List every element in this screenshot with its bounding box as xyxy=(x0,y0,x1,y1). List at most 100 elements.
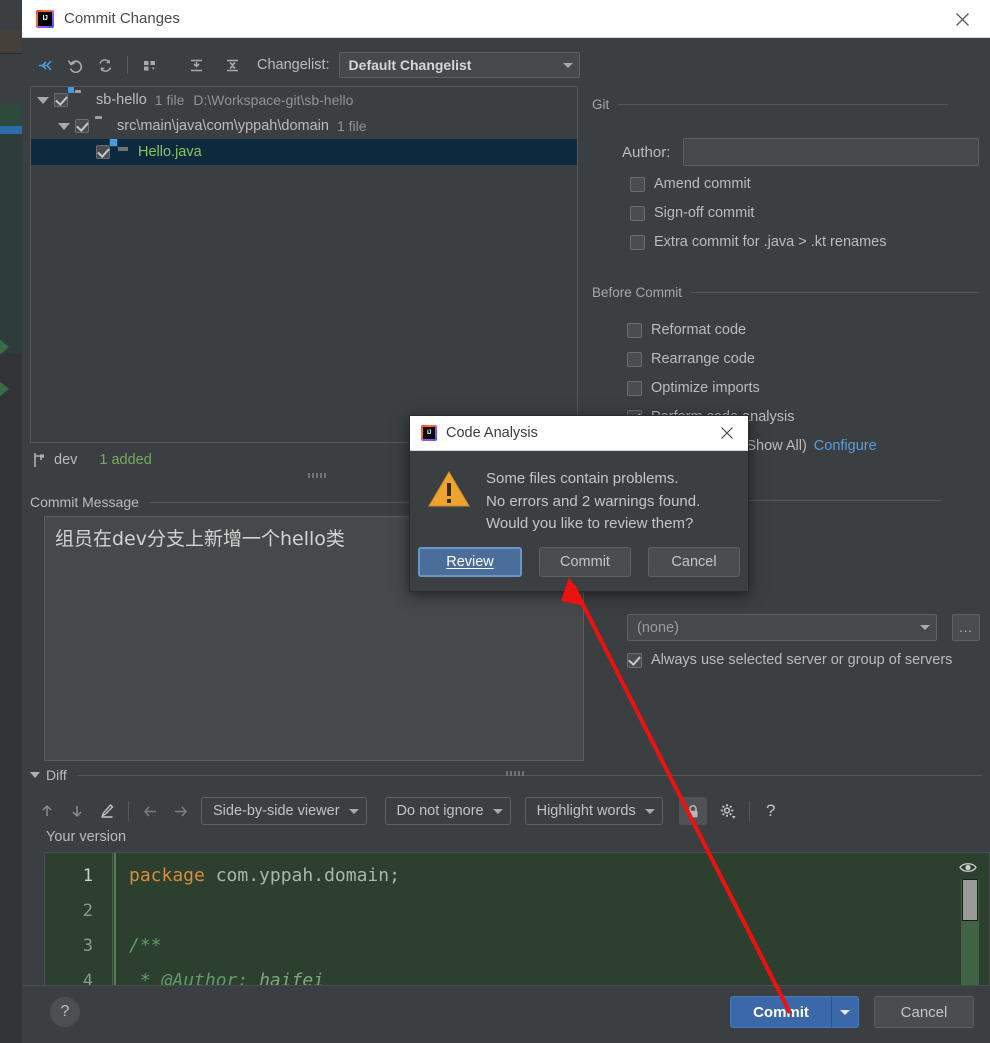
table-row[interactable]: sb-hello 1 file D:\Workspace-git\sb-hell… xyxy=(31,87,577,113)
code-text: /** xyxy=(101,935,162,956)
warning-icon xyxy=(428,470,470,508)
checkbox-label: Amend commit xyxy=(654,176,751,192)
expand-all-icon[interactable] xyxy=(181,51,211,79)
server-dropdown[interactable]: (none) xyxy=(627,614,937,641)
help-button[interactable]: ? xyxy=(50,997,80,1027)
diff-title: Diff xyxy=(46,767,67,783)
group-by-icon[interactable] xyxy=(135,51,165,79)
checkbox-label: Reformat code xyxy=(651,322,746,338)
toolbar-separator xyxy=(128,801,129,821)
checkbox-sign-off-commit[interactable]: Sign-off commit xyxy=(630,205,754,221)
gear-icon[interactable] xyxy=(713,797,743,825)
checkbox-box[interactable] xyxy=(630,177,645,192)
chevron-down-icon xyxy=(840,1010,850,1015)
code-analysis-title: Code Analysis xyxy=(446,425,538,441)
accept-left-icon[interactable] xyxy=(135,797,165,825)
commit-button[interactable]: Commit xyxy=(730,996,831,1028)
chevron-down-icon xyxy=(493,809,503,814)
ignore-mode-dropdown[interactable]: Do not ignore xyxy=(385,797,511,825)
code-analysis-dialog: Code Analysis Some files contain problem… xyxy=(409,415,749,592)
author-row: Author: xyxy=(622,138,979,166)
divider xyxy=(691,292,979,293)
checkbox-extra-commit-renames[interactable]: Extra commit for .java > .kt renames xyxy=(630,234,886,250)
checkbox-box[interactable] xyxy=(630,235,645,250)
line-number: 2 xyxy=(45,901,101,921)
changelist-label: Changelist: xyxy=(257,57,330,73)
before-commit-section-header: Before Commit xyxy=(592,285,984,300)
checkbox-box[interactable] xyxy=(627,323,642,338)
message-line-2: No errors and 2 warnings found. xyxy=(486,491,700,514)
diff-splitter-handle[interactable] xyxy=(500,769,530,777)
refresh-icon[interactable] xyxy=(90,51,120,79)
expand-triangle-icon[interactable] xyxy=(37,97,49,104)
commit-anyway-button[interactable]: Commit xyxy=(539,547,631,577)
commit-split-button[interactable]: Commit xyxy=(730,996,859,1028)
question-icon[interactable]: ? xyxy=(756,797,786,825)
checkbox-always-use-server[interactable]: Always use selected server or group of s… xyxy=(627,652,952,668)
show-diff-icon[interactable] xyxy=(30,51,60,79)
revert-icon[interactable] xyxy=(60,51,90,79)
row-checkbox[interactable] xyxy=(96,145,110,159)
lock-icon[interactable] xyxy=(679,797,707,825)
checkbox-amend-commit[interactable]: Amend commit xyxy=(630,176,751,192)
cancel-button[interactable]: Cancel xyxy=(874,996,974,1028)
editor-scrollbar-thumb[interactable] xyxy=(962,879,978,921)
accept-right-icon[interactable] xyxy=(165,797,195,825)
row-checkbox[interactable] xyxy=(54,93,68,107)
checkbox-label: Extra commit for .java > .kt renames xyxy=(654,234,886,250)
collapse-triangle-icon[interactable] xyxy=(30,772,40,778)
changelist-dropdown[interactable]: Default Changelist xyxy=(339,52,580,78)
code-text: package com.yppah.domain; xyxy=(101,865,400,886)
highlight-mode-dropdown[interactable]: Highlight words xyxy=(525,797,663,825)
vertical-splitter-handle[interactable] xyxy=(302,471,332,479)
window-close-button[interactable] xyxy=(952,9,972,29)
table-row[interactable]: src\main\java\com\yppah\domain 1 file xyxy=(31,113,577,139)
checkbox-box[interactable] xyxy=(630,206,645,221)
checkbox-optimize-imports[interactable]: Optimize imports xyxy=(627,380,760,396)
checkbox-box[interactable] xyxy=(627,653,642,668)
window-title: Commit Changes xyxy=(64,10,180,27)
dialog-footer: ? Commit Cancel xyxy=(22,985,990,1043)
review-button[interactable]: Review xyxy=(418,547,522,577)
changes-tree[interactable]: sb-hello 1 file D:\Workspace-git\sb-hell… xyxy=(30,86,578,443)
chevron-down-icon xyxy=(563,63,573,68)
viewer-mode-value: Side-by-side viewer xyxy=(213,803,340,819)
checkbox-rearrange-code[interactable]: Rearrange code xyxy=(627,351,755,367)
code-analysis-buttons: Review Commit Cancel xyxy=(410,547,748,577)
before-commit-title: Before Commit xyxy=(592,285,682,300)
row-checkbox[interactable] xyxy=(75,119,89,133)
ignore-mode-value: Do not ignore xyxy=(397,803,484,819)
previous-difference-icon[interactable] xyxy=(32,797,62,825)
next-difference-icon[interactable] xyxy=(62,797,92,825)
checkbox-box[interactable] xyxy=(627,352,642,367)
toolbar-separator xyxy=(127,56,128,74)
commit-changes-window: Commit Changes xyxy=(0,0,990,1043)
git-section-title: Git xyxy=(592,97,609,112)
checkbox-reformat-code[interactable]: Reformat code xyxy=(627,322,746,338)
divider xyxy=(618,104,948,105)
viewer-mode-dropdown[interactable]: Side-by-side viewer xyxy=(201,797,367,825)
chevron-down-icon xyxy=(645,809,655,814)
checkbox-box[interactable] xyxy=(627,381,642,396)
server-value: (none) xyxy=(637,620,920,636)
cancel-analysis-button[interactable]: Cancel xyxy=(648,547,740,577)
author-field[interactable] xyxy=(683,138,979,166)
code-analysis-content: Some files contain problems. No errors a… xyxy=(410,451,748,536)
table-row[interactable]: Hello.java xyxy=(31,139,577,165)
code-analysis-close-button[interactable] xyxy=(718,424,736,442)
chevron-down-icon xyxy=(920,625,930,630)
git-branch-icon xyxy=(32,452,46,468)
line-number: 1 xyxy=(45,866,101,886)
code-analysis-title-bar: Code Analysis xyxy=(410,416,748,451)
commit-dropdown-arrow[interactable] xyxy=(831,996,859,1028)
java-file-icon xyxy=(116,145,132,159)
eye-icon[interactable] xyxy=(959,859,977,873)
code-rest: com.yppah.domain; xyxy=(205,865,400,886)
edit-source-icon[interactable] xyxy=(92,797,122,825)
expand-triangle-icon[interactable] xyxy=(58,123,70,130)
added-count: 1 added xyxy=(99,452,151,468)
configure-link[interactable]: Configure xyxy=(814,438,877,454)
server-browse-button[interactable]: ... xyxy=(952,614,980,641)
collapse-all-icon[interactable] xyxy=(217,51,247,79)
folder-icon xyxy=(95,119,111,133)
